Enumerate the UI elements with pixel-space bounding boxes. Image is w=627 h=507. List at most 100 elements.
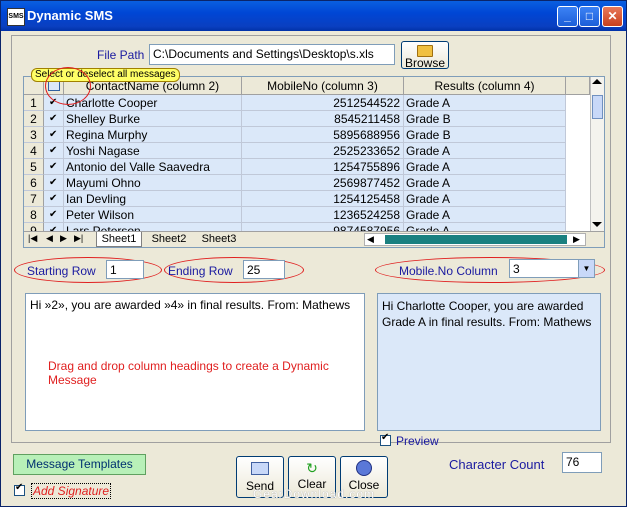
scroll-down-icon[interactable] (592, 222, 602, 227)
row-checkbox-cell[interactable] (44, 207, 64, 223)
table-row[interactable]: 1 Charlotte Cooper2512544522Grade A (24, 95, 604, 111)
sms-app-icon: SMS (7, 8, 25, 26)
result-cell: Grade A (404, 95, 566, 111)
select-all-highlight (45, 67, 91, 105)
ending-row-input[interactable]: 25 (243, 260, 285, 279)
table-row[interactable]: 5 Antonio del Valle Saavedra1254755896Gra… (24, 159, 604, 175)
vertical-scrollbar[interactable] (590, 77, 604, 231)
character-count-input: 76 (562, 452, 602, 473)
mobile-no-cell: 1254125458 (242, 191, 404, 207)
envelope-icon (251, 462, 269, 475)
nav-first-icon[interactable]: |◀ (28, 233, 37, 244)
spreadsheet-grid: ContactName (column 2) MobileNo (column … (23, 76, 605, 248)
table-row[interactable]: 2 Shelley Burke8545211458Grade B (24, 111, 604, 127)
table-row[interactable]: 6 Mayumi Ohno2569877452Grade A (24, 175, 604, 191)
row-checkbox-cell[interactable] (44, 159, 64, 175)
close-window-button[interactable]: ✕ (602, 6, 623, 27)
mobile-no-cell: 1236524258 (242, 207, 404, 223)
row-checkbox-cell[interactable] (44, 111, 64, 127)
table-row[interactable]: 3 Regina Murphy5895688956Grade B (24, 127, 604, 143)
mobile-column-value: 3 (513, 262, 520, 276)
file-path-label: File Path (97, 48, 145, 62)
scroll-thumb[interactable] (592, 95, 603, 119)
message-template-text: Hi »2», you are awarded »4» in final res… (30, 298, 351, 312)
result-cell: Grade A (404, 207, 566, 223)
starting-row-label: Starting Row (27, 264, 96, 278)
browse-button[interactable]: Browse (401, 41, 449, 70)
file-path-input[interactable]: C:\Documents and Settings\Desktop\s.xls (149, 44, 395, 65)
row-number: 6 (24, 175, 44, 191)
horizontal-scrollbar[interactable]: ◀ ▶ (364, 233, 586, 246)
hscroll-thumb[interactable] (385, 235, 567, 244)
tab-sheet1[interactable]: Sheet1 (96, 232, 142, 247)
starting-row-input[interactable]: 1 (106, 260, 144, 279)
check-icon[interactable] (49, 127, 58, 142)
contact-name-cell: Mayumi Ohno (64, 175, 242, 191)
contact-name-cell: Yoshi Nagase (64, 143, 242, 159)
chevron-down-icon[interactable]: ▼ (578, 260, 594, 277)
nav-next-icon[interactable]: ▶ (60, 233, 67, 244)
contact-name-cell: Peter Wilson (64, 207, 242, 223)
message-template-input[interactable]: Hi »2», you are awarded »4» in final res… (25, 293, 365, 431)
hscroll-right-icon[interactable]: ▶ (573, 234, 580, 245)
result-cell: Grade B (404, 127, 566, 143)
check-icon[interactable] (49, 207, 58, 222)
main-window: SMS Dynamic SMS _ □ ✕ File Path C:\Docum… (0, 0, 627, 507)
row-checkbox-cell[interactable] (44, 191, 64, 207)
mobile-no-cell: 2512544522 (242, 95, 404, 111)
scroll-up-icon[interactable] (592, 79, 602, 84)
check-icon[interactable] (49, 143, 58, 158)
tab-sheet3[interactable]: Sheet3 (196, 232, 242, 247)
eject-icon (356, 460, 372, 476)
check-icon[interactable] (49, 159, 58, 174)
row-number: 2 (24, 111, 44, 127)
mobile-no-cell: 2569877452 (242, 175, 404, 191)
header-empty (566, 77, 590, 95)
watermark: GearDownload.com (253, 487, 376, 501)
mobile-no-cell: 8545211458 (242, 111, 404, 127)
mobile-column-select[interactable]: 3 ▼ (509, 259, 595, 278)
tab-sheet2[interactable]: Sheet2 (146, 232, 192, 247)
contact-name-cell: Regina Murphy (64, 127, 242, 143)
browse-label: Browse (404, 56, 445, 70)
refresh-icon: ↻ (306, 460, 318, 476)
add-signature-label[interactable]: Add Signature (31, 483, 112, 499)
nav-prev-icon[interactable]: ◀ (46, 233, 53, 244)
contact-name-cell: Charlotte Cooper (64, 95, 242, 111)
result-cell: Grade A (404, 159, 566, 175)
maximize-button[interactable]: □ (579, 6, 600, 27)
character-count-label: Character Count (449, 457, 545, 472)
preview-label: Preview (396, 434, 439, 448)
check-icon[interactable] (49, 111, 58, 126)
minimize-button[interactable]: _ (557, 6, 578, 27)
add-signature-checkbox[interactable] (14, 482, 25, 496)
row-checkbox-cell[interactable] (44, 175, 64, 191)
message-templates-button[interactable]: Message Templates (13, 454, 146, 475)
table-row[interactable]: 4 Yoshi Nagase2525233652Grade A (24, 143, 604, 159)
contact-name-cell: Antonio del Valle Saavedra (64, 159, 242, 175)
header-results[interactable]: Results (column 4) (404, 77, 566, 95)
check-icon[interactable] (49, 175, 58, 190)
mobile-no-cell: 1254755896 (242, 159, 404, 175)
contact-name-cell: Ian Devling (64, 191, 242, 207)
header-mobile-no[interactable]: MobileNo (column 3) (242, 77, 404, 95)
contact-name-cell: Shelley Burke (64, 111, 242, 127)
result-cell: Grade B (404, 111, 566, 127)
check-icon[interactable] (49, 191, 58, 206)
mobile-column-label: Mobile.No Column (399, 264, 498, 278)
row-number: 7 (24, 191, 44, 207)
row-checkbox-cell[interactable] (44, 143, 64, 159)
row-number: 4 (24, 143, 44, 159)
window-title: Dynamic SMS (27, 8, 113, 23)
row-checkbox-cell[interactable] (44, 127, 64, 143)
hscroll-left-icon[interactable]: ◀ (367, 234, 374, 245)
ending-row-label: Ending Row (168, 264, 233, 278)
table-row[interactable]: 7 Ian Devling1254125458Grade A (24, 191, 604, 207)
mobile-no-cell: 2525233652 (242, 143, 404, 159)
nav-last-icon[interactable]: ▶| (74, 233, 83, 244)
row-number: 8 (24, 207, 44, 223)
table-row[interactable]: 8 Peter Wilson1236524258Grade A (24, 207, 604, 223)
preview-checkbox[interactable] (380, 432, 391, 446)
title-bar[interactable]: SMS Dynamic SMS _ □ ✕ (1, 1, 626, 31)
result-cell: Grade A (404, 143, 566, 159)
